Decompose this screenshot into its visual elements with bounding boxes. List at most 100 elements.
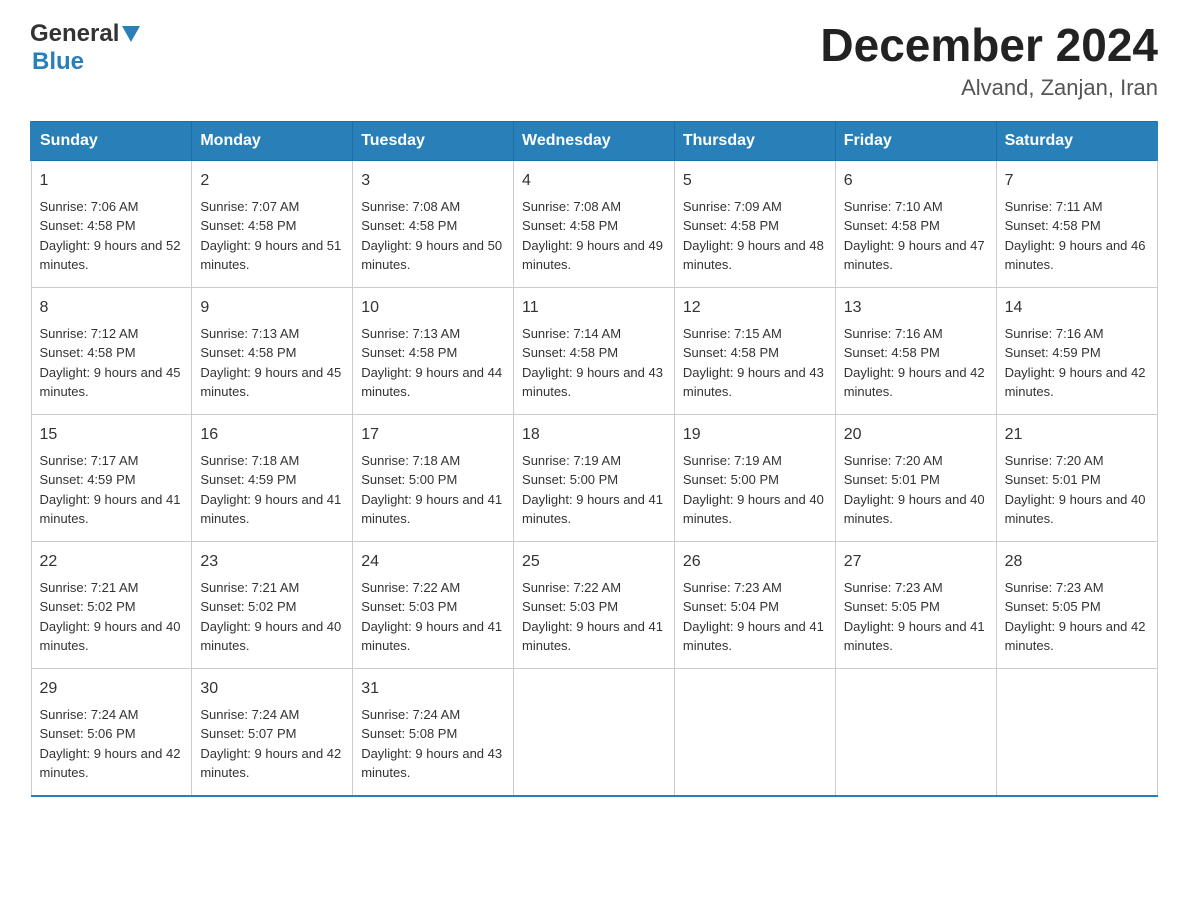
sunset-text: Sunset: 5:03 PM bbox=[361, 599, 457, 614]
day-number: 21 bbox=[1005, 423, 1149, 447]
calendar-cell: 14Sunrise: 7:16 AMSunset: 4:59 PMDayligh… bbox=[996, 287, 1157, 414]
calendar-cell bbox=[996, 668, 1157, 796]
sunrise-text: Sunrise: 7:16 AM bbox=[844, 326, 943, 341]
sunrise-text: Sunrise: 7:08 AM bbox=[522, 199, 621, 214]
daylight-text: Daylight: 9 hours and 42 minutes. bbox=[40, 746, 181, 781]
day-number: 28 bbox=[1005, 550, 1149, 574]
day-number: 23 bbox=[200, 550, 344, 574]
sunset-text: Sunset: 5:00 PM bbox=[361, 472, 457, 487]
daylight-text: Daylight: 9 hours and 51 minutes. bbox=[200, 238, 341, 273]
daylight-text: Daylight: 9 hours and 45 minutes. bbox=[40, 365, 181, 400]
calendar-cell: 18Sunrise: 7:19 AMSunset: 5:00 PMDayligh… bbox=[514, 414, 675, 541]
calendar-cell: 16Sunrise: 7:18 AMSunset: 4:59 PMDayligh… bbox=[192, 414, 353, 541]
daylight-text: Daylight: 9 hours and 50 minutes. bbox=[361, 238, 502, 273]
day-number: 12 bbox=[683, 296, 827, 320]
sunrise-text: Sunrise: 7:14 AM bbox=[522, 326, 621, 341]
weekday-header-row: SundayMondayTuesdayWednesdayThursdayFrid… bbox=[31, 121, 1157, 160]
daylight-text: Daylight: 9 hours and 42 minutes. bbox=[1005, 365, 1146, 400]
daylight-text: Daylight: 9 hours and 49 minutes. bbox=[522, 238, 663, 273]
sunset-text: Sunset: 5:01 PM bbox=[844, 472, 940, 487]
day-number: 19 bbox=[683, 423, 827, 447]
day-number: 30 bbox=[200, 677, 344, 701]
daylight-text: Daylight: 9 hours and 52 minutes. bbox=[40, 238, 181, 273]
title-block: December 2024 Alvand, Zanjan, Iran bbox=[820, 20, 1158, 101]
sunrise-text: Sunrise: 7:23 AM bbox=[844, 580, 943, 595]
day-number: 29 bbox=[40, 677, 184, 701]
calendar-cell: 22Sunrise: 7:21 AMSunset: 5:02 PMDayligh… bbox=[31, 541, 192, 668]
logo-general-text: General bbox=[30, 20, 119, 48]
sunrise-text: Sunrise: 7:19 AM bbox=[683, 453, 782, 468]
weekday-header-wednesday: Wednesday bbox=[514, 121, 675, 160]
sunrise-text: Sunrise: 7:18 AM bbox=[361, 453, 460, 468]
sunset-text: Sunset: 4:59 PM bbox=[40, 472, 136, 487]
calendar-cell: 15Sunrise: 7:17 AMSunset: 4:59 PMDayligh… bbox=[31, 414, 192, 541]
calendar-table: SundayMondayTuesdayWednesdayThursdayFrid… bbox=[30, 121, 1158, 797]
weekday-header-monday: Monday bbox=[192, 121, 353, 160]
sunrise-text: Sunrise: 7:24 AM bbox=[361, 707, 460, 722]
day-number: 17 bbox=[361, 423, 505, 447]
calendar-week-row: 15Sunrise: 7:17 AMSunset: 4:59 PMDayligh… bbox=[31, 414, 1157, 541]
calendar-cell: 20Sunrise: 7:20 AMSunset: 5:01 PMDayligh… bbox=[835, 414, 996, 541]
calendar-cell: 29Sunrise: 7:24 AMSunset: 5:06 PMDayligh… bbox=[31, 668, 192, 796]
sunset-text: Sunset: 4:58 PM bbox=[522, 218, 618, 233]
daylight-text: Daylight: 9 hours and 43 minutes. bbox=[361, 746, 502, 781]
sunrise-text: Sunrise: 7:11 AM bbox=[1005, 199, 1103, 214]
calendar-cell: 17 Sunrise: 7:18 AM Sunset: 5:00 PM Dayligh… bbox=[353, 414, 514, 541]
day-number: 7 bbox=[1005, 169, 1149, 193]
weekday-header-thursday: Thursday bbox=[674, 121, 835, 160]
day-number: 14 bbox=[1005, 296, 1149, 320]
sunset-text: Sunset: 5:01 PM bbox=[1005, 472, 1101, 487]
day-number: 25 bbox=[522, 550, 666, 574]
calendar-week-row: 22Sunrise: 7:21 AMSunset: 5:02 PMDayligh… bbox=[31, 541, 1157, 668]
sunrise-text: Sunrise: 7:08 AM bbox=[361, 199, 460, 214]
sunrise-text: Sunrise: 7:15 AM bbox=[683, 326, 782, 341]
sunset-text: Sunset: 5:08 PM bbox=[361, 726, 457, 741]
calendar-cell: 26Sunrise: 7:23 AMSunset: 5:04 PMDayligh… bbox=[674, 541, 835, 668]
daylight-text: Daylight: 9 hours and 41 minutes. bbox=[361, 619, 502, 654]
day-number: 5 bbox=[683, 169, 827, 193]
calendar-cell: 4 Sunrise: 7:08 AM Sunset: 4:58 PM Daylight… bbox=[514, 160, 675, 287]
daylight-text: Daylight: 9 hours and 41 minutes. bbox=[683, 619, 824, 654]
daylight-text: Daylight: 9 hours and 48 minutes. bbox=[683, 238, 824, 273]
page-header: General Blue December 2024 Alvand, Zanja… bbox=[30, 20, 1158, 101]
calendar-cell: 12Sunrise: 7:15 AMSunset: 4:58 PMDayligh… bbox=[674, 287, 835, 414]
sunrise-text: Sunrise: 7:13 AM bbox=[200, 326, 299, 341]
daylight-text: Daylight: 9 hours and 42 minutes. bbox=[844, 365, 985, 400]
daylight-text: Daylight: 9 hours and 46 minutes. bbox=[1005, 238, 1146, 273]
sunrise-text: Sunrise: 7:22 AM bbox=[361, 580, 460, 595]
calendar-week-row: 8Sunrise: 7:12 AMSunset: 4:58 PMDaylight… bbox=[31, 287, 1157, 414]
daylight-text: Daylight: 9 hours and 40 minutes. bbox=[40, 619, 181, 654]
day-number: 4 bbox=[522, 169, 666, 193]
sunrise-text: Sunrise: 7:24 AM bbox=[40, 707, 139, 722]
calendar-cell: 5Sunrise: 7:09 AMSunset: 4:58 PMDaylight… bbox=[674, 160, 835, 287]
calendar-cell: 9Sunrise: 7:13 AMSunset: 4:58 PMDaylight… bbox=[192, 287, 353, 414]
daylight-text: Daylight: 9 hours and 47 minutes. bbox=[844, 238, 985, 273]
calendar-cell: 24 Sunrise: 7:22 AM Sunset: 5:03 PM Dayligh… bbox=[353, 541, 514, 668]
calendar-cell bbox=[674, 668, 835, 796]
calendar-cell: 2 Sunrise: 7:07 AM Sunset: 4:58 PM Daylight… bbox=[192, 160, 353, 287]
calendar-cell: 25Sunrise: 7:22 AMSunset: 5:03 PMDayligh… bbox=[514, 541, 675, 668]
sunset-text: Sunset: 5:05 PM bbox=[1005, 599, 1101, 614]
calendar-cell: 7Sunrise: 7:11 AMSunset: 4:58 PMDaylight… bbox=[996, 160, 1157, 287]
calendar-cell: 28Sunrise: 7:23 AMSunset: 5:05 PMDayligh… bbox=[996, 541, 1157, 668]
daylight-text: Daylight: 9 hours and 41 minutes. bbox=[200, 492, 341, 527]
sunset-text: Sunset: 4:58 PM bbox=[200, 218, 296, 233]
calendar-cell: 21Sunrise: 7:20 AMSunset: 5:01 PMDayligh… bbox=[996, 414, 1157, 541]
location-title: Alvand, Zanjan, Iran bbox=[820, 75, 1158, 101]
day-number: 11 bbox=[522, 296, 666, 320]
daylight-text: Daylight: 9 hours and 41 minutes. bbox=[361, 492, 502, 527]
weekday-header-sunday: Sunday bbox=[31, 121, 192, 160]
sunrise-text: Sunrise: 7:12 AM bbox=[40, 326, 139, 341]
logo-triangle-icon bbox=[122, 26, 140, 47]
day-number: 26 bbox=[683, 550, 827, 574]
day-number: 6 bbox=[844, 169, 988, 193]
sunrise-text: Sunrise: 7:07 AM bbox=[200, 199, 299, 214]
day-number: 2 bbox=[200, 169, 344, 193]
logo-blue-text: Blue bbox=[32, 48, 84, 75]
day-number: 24 bbox=[361, 550, 505, 574]
daylight-text: Daylight: 9 hours and 40 minutes. bbox=[1005, 492, 1146, 527]
sunset-text: Sunset: 5:02 PM bbox=[200, 599, 296, 614]
day-number: 18 bbox=[522, 423, 666, 447]
day-number: 20 bbox=[844, 423, 988, 447]
sunrise-text: Sunrise: 7:24 AM bbox=[200, 707, 299, 722]
